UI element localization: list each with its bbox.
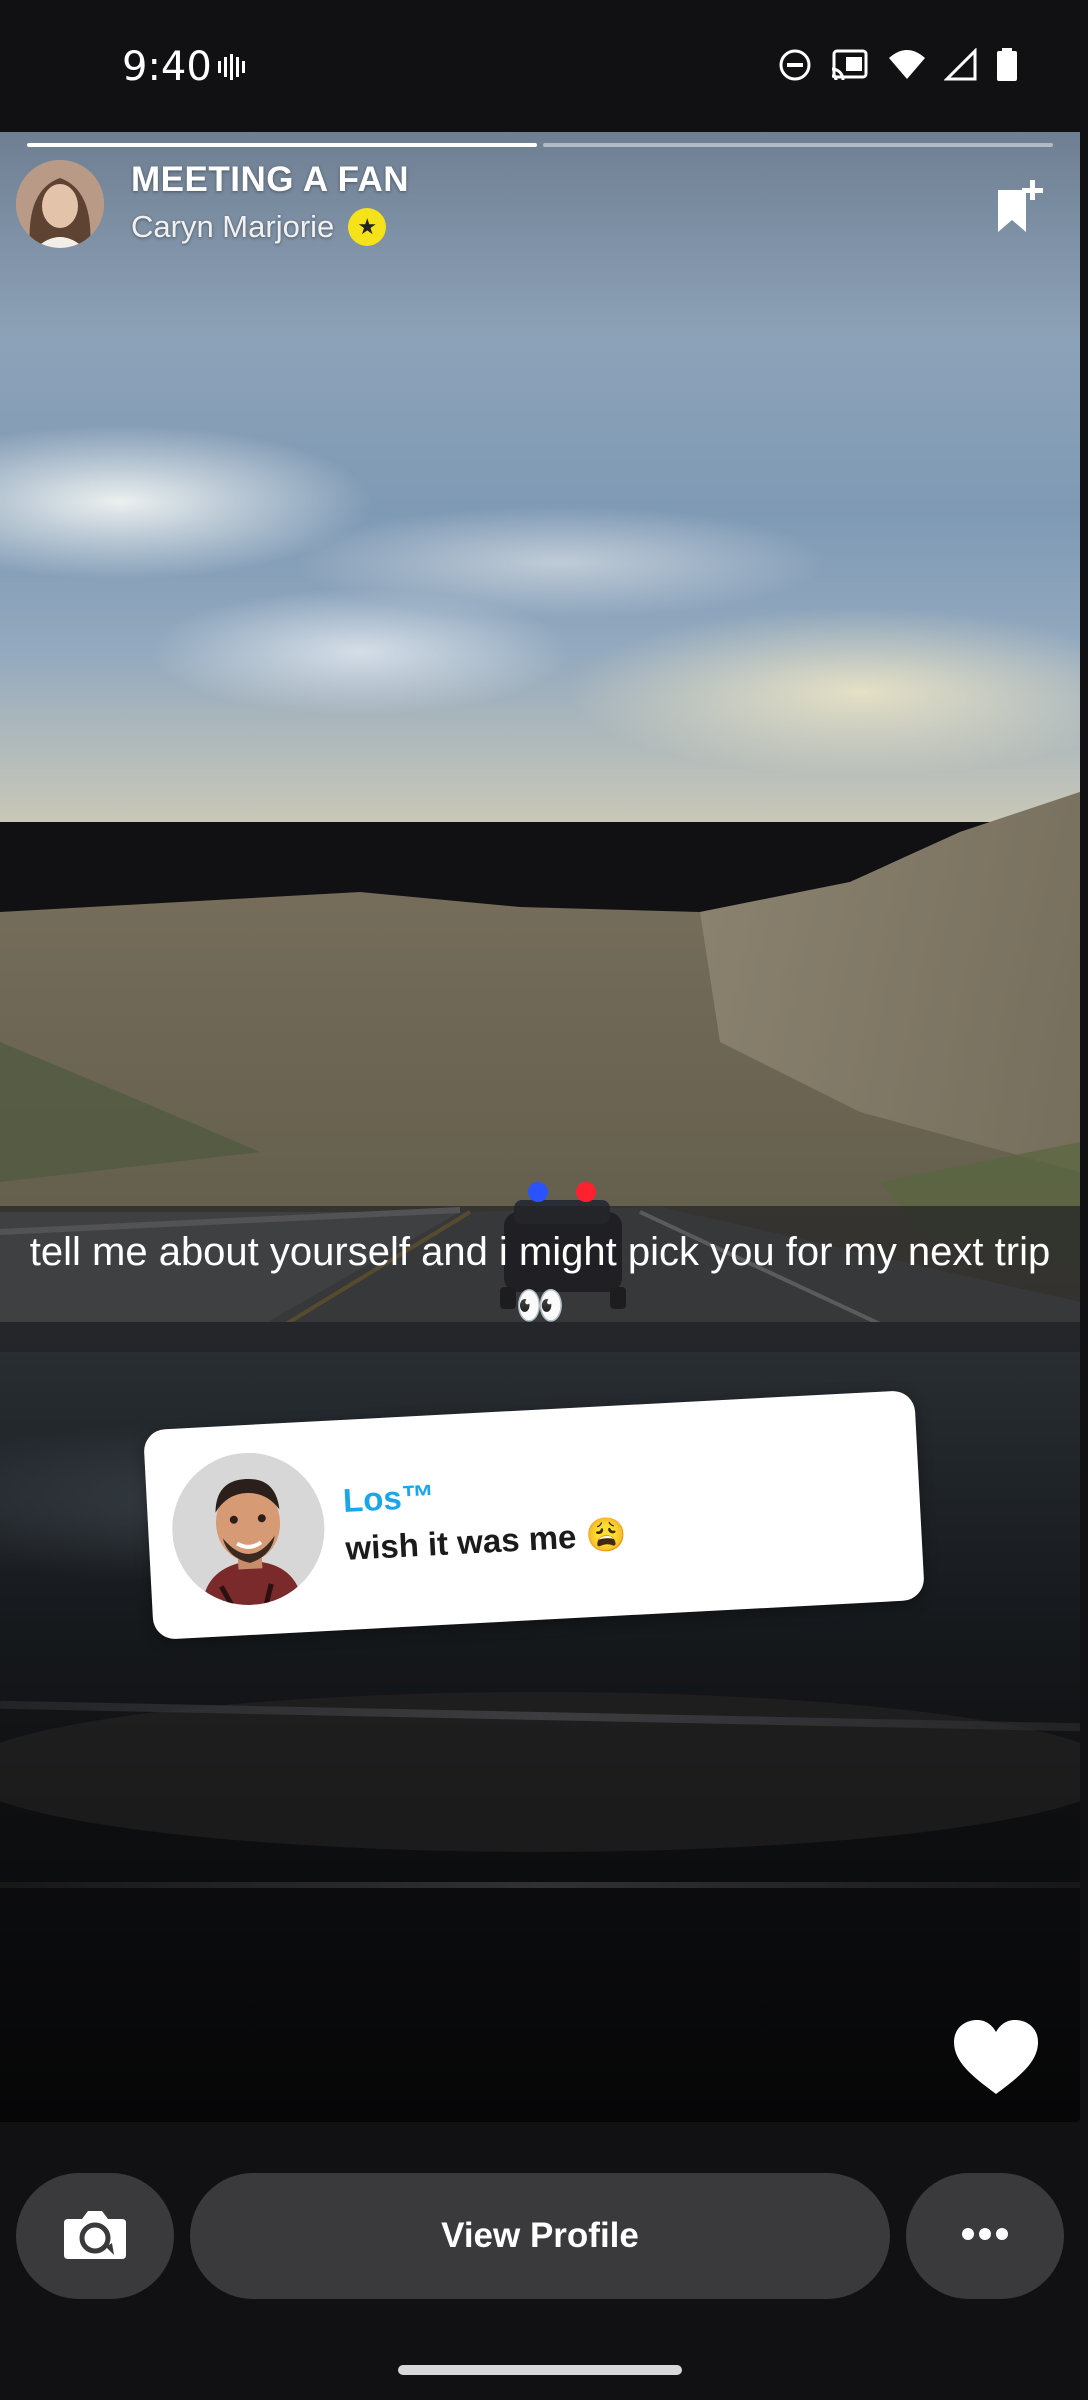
- story-title[interactable]: MEETING A FAN: [131, 160, 409, 200]
- signal-icon: [943, 47, 978, 87]
- star-badge-icon: ★: [348, 208, 387, 246]
- sticker-message: wish it was me 😩: [344, 1515, 628, 1567]
- do-not-disturb-icon: [778, 48, 812, 87]
- dashboard-trim-lower: [0, 1882, 1080, 1888]
- progress-segment: [543, 143, 1053, 147]
- more-options-button[interactable]: [906, 2173, 1064, 2299]
- vibrate-icon: [216, 52, 246, 87]
- camera-rotate-icon: [62, 2205, 128, 2268]
- view-profile-button[interactable]: View Profile: [190, 2173, 890, 2299]
- wifi-icon: [888, 48, 926, 87]
- battery-icon: [996, 48, 1018, 87]
- story-caption: tell me about yourself and i might pick …: [0, 1206, 1080, 1352]
- status-bar: 9:40: [0, 0, 1088, 132]
- sticker-avatar: [168, 1449, 329, 1609]
- status-time: 9:40: [122, 44, 212, 90]
- home-indicator[interactable]: [398, 2365, 682, 2375]
- bookmark-add-icon[interactable]: [994, 178, 1046, 239]
- creator-avatar[interactable]: [16, 160, 104, 248]
- heart-icon[interactable]: [952, 2018, 1040, 2103]
- more-dots-icon: [962, 2227, 1008, 2245]
- creator-row[interactable]: Caryn Marjorie ★: [131, 208, 387, 246]
- story-media[interactable]: [0, 132, 1080, 2122]
- camera-reply-button[interactable]: [16, 2173, 174, 2299]
- sticker-author: Los™: [342, 1477, 436, 1519]
- reply-sticker[interactable]: Los™ wish it was me 😩: [143, 1389, 925, 1641]
- progress-segment: [27, 143, 537, 147]
- creator-name[interactable]: Caryn Marjorie: [131, 209, 334, 245]
- cast-icon: [830, 48, 870, 87]
- story-progress-bar: [27, 143, 1053, 147]
- caption-text: tell me about yourself and i might pick …: [29, 1230, 1051, 1328]
